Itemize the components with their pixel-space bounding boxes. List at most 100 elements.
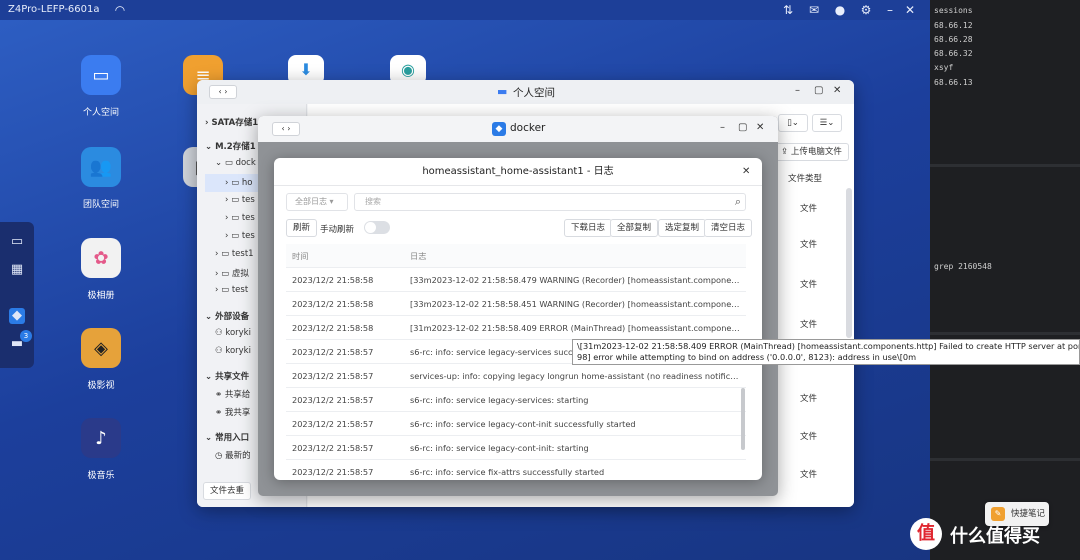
table-row[interactable]: 2023/12/2 21:58:57 s6-rc: info: service l… <box>286 412 746 436</box>
desktop-icon-video[interactable]: ◈ 极影视 <box>61 328 141 391</box>
sidebar-item-test1[interactable]: › ▭ test1 <box>215 249 254 259</box>
upload-button[interactable]: ⇪ 上传电脑文件 <box>774 143 849 161</box>
log-tooltip: \[31m2023-12-02 21:58:58.409 ERROR (Main… <box>572 339 1080 365</box>
close-icon[interactable]: ✕ <box>902 2 918 18</box>
window-title: 个人空间 <box>513 85 555 100</box>
sidebar-item-test[interactable]: › ▭ tes <box>225 213 255 223</box>
sidebar-item-docker[interactable]: ⌄ ▭ dock <box>215 158 256 168</box>
file-type-cell: 文件 <box>800 278 817 290</box>
folder-icon: ▭ <box>81 55 121 95</box>
scrollbar[interactable] <box>741 388 745 450</box>
watermark-logo-icon: 值 <box>910 518 942 550</box>
window-title: docker <box>510 122 545 134</box>
clear-log-button[interactable]: 清空日志 <box>704 219 752 237</box>
minimize-icon[interactable]: – <box>720 122 725 133</box>
desktop-icon-label: 极影视 <box>61 378 141 391</box>
row-message: services-up: info: copying legacy longru… <box>410 364 740 388</box>
terminal-line: 68.66.28 <box>934 35 973 44</box>
desktop-icon-photos[interactable]: ✿ 极相册 <box>61 238 141 301</box>
tooltip-line: 98] error while attempting to bind on ad… <box>577 352 1075 363</box>
sidebar-section-common[interactable]: ⌄ 常用入口 <box>205 431 249 443</box>
folder-icon: ▬ <box>497 85 507 98</box>
file-type-cell: 文件 <box>800 392 817 404</box>
apps-grid-icon[interactable]: ▦ <box>9 262 25 278</box>
row-time: 2023/12/2 21:58:58 <box>292 292 404 316</box>
nav-arrows[interactable]: ‹ › <box>209 85 237 99</box>
row-time: 2023/12/2 21:58:57 <box>292 364 404 388</box>
video-icon: ◈ <box>81 328 121 368</box>
desktop-icon-label: 团队空间 <box>61 197 141 210</box>
sidebar-item-recent[interactable]: ◷ 最新的 <box>215 449 251 461</box>
user-icon[interactable]: ● <box>832 2 848 18</box>
sidebar-item-shared-to[interactable]: ⚭ 共享给 <box>215 388 250 400</box>
sidebar-item-device[interactable]: ⚇ koryki <box>215 328 251 338</box>
terminal-line: xsyf <box>934 63 953 72</box>
close-icon[interactable]: ✕ <box>742 166 750 177</box>
terminal-line: sessions <box>934 6 973 15</box>
table-row[interactable]: 2023/12/2 21:58:58 [31m2023-12-02 21:58:… <box>286 316 746 340</box>
sidebar-item-m2[interactable]: ⌄ M.2存储1 <box>205 140 256 152</box>
sidebar-section-shared[interactable]: ⌄ 共享文件 <box>205 370 249 382</box>
refresh-button[interactable]: 刷新 <box>286 219 317 237</box>
file-type-cell: 文件 <box>800 238 817 250</box>
table-row[interactable]: 2023/12/2 21:58:58 [33m2023-12-02 21:58:… <box>286 292 746 316</box>
team-icon: 👥 <box>81 147 121 187</box>
search-icon[interactable]: ⌕ <box>735 194 741 210</box>
view-toggle-icon[interactable]: ▯⌄ <box>778 114 808 132</box>
sidebar-item-virtual[interactable]: › ▭ 虚拟 <box>215 267 249 279</box>
minimize-icon[interactable]: – <box>882 2 898 18</box>
terminal-window[interactable]: sessions 68.66.12 68.66.28 68.66.32 xsyf… <box>930 0 1080 560</box>
watermark-text: 什么值得买 <box>950 522 1040 548</box>
nav-arrows[interactable]: ‹ › <box>272 122 300 136</box>
mail-icon[interactable]: ✉ <box>806 2 822 18</box>
close-icon[interactable]: ✕ <box>756 122 764 133</box>
maximize-icon[interactable]: ▢ <box>814 85 823 96</box>
table-row[interactable]: 2023/12/2 21:58:57 s6-rc: info: service l… <box>286 388 746 412</box>
transfer-icon[interactable]: ⇅ <box>780 2 796 18</box>
docker-icon[interactable]: ◆ <box>9 308 25 324</box>
table-row[interactable]: 2023/12/2 21:58:58 [33m2023-12-02 21:58:… <box>286 268 746 292</box>
sidebar-item-sata[interactable]: › SATA存储1 <box>205 116 258 128</box>
sidebar-item-device[interactable]: ⚇ koryki <box>215 346 251 356</box>
left-dock: ▭ ▦ ◆ ▬ 3 <box>0 222 34 368</box>
sidebar-item-test[interactable]: › ▭ tes <box>225 195 255 205</box>
row-time: 2023/12/2 21:58:57 <box>292 460 404 480</box>
drive-icon[interactable]: ▭ <box>9 234 25 250</box>
sidebar-section-external[interactable]: ⌄ 外部设备 <box>205 310 249 322</box>
top-bar: Z4Pro-LEFP-6601a ◠ ⇅ ✉ ● ⚙ – ✕ <box>0 0 930 20</box>
scrollbar[interactable] <box>846 188 852 338</box>
docker-titlebar: ‹ › ◆ docker – ▢ ✕ <box>258 116 778 142</box>
minimize-icon[interactable]: – <box>795 85 800 96</box>
close-icon[interactable]: ✕ <box>833 85 841 96</box>
row-message: s6-rc: info: service fix-attrs successfu… <box>410 460 740 480</box>
sidebar-item-test[interactable]: › ▭ tes <box>225 231 255 241</box>
toggle-knob <box>365 222 376 233</box>
desktop-icon-personal-space[interactable]: ▭ 个人空间 <box>61 55 141 118</box>
search-input[interactable]: 搜索 ⌕ <box>354 193 746 211</box>
download-log-button[interactable]: 下载日志 <box>564 219 612 237</box>
desktop-icon-music[interactable]: ♪ 极音乐 <box>61 418 141 481</box>
dedupe-button[interactable]: 文件去重 <box>203 482 251 500</box>
sidebar-item-my-shared[interactable]: ⚭ 我共享 <box>215 406 250 418</box>
terminal-divider <box>930 458 1080 461</box>
desktop-icon-label: 极相册 <box>61 288 141 301</box>
row-message: [33m2023-12-02 21:58:58.479 WARNING (Re… <box>410 268 740 292</box>
wifi-icon[interactable]: ◠ <box>112 2 128 18</box>
terminal-divider <box>930 332 1080 335</box>
gear-icon[interactable]: ⚙ <box>858 2 874 18</box>
table-row[interactable]: 2023/12/2 21:58:57 services-up: info: cop… <box>286 364 746 388</box>
desktop-icon-team-space[interactable]: 👥 团队空间 <box>61 147 141 210</box>
file-type-header: 文件类型 <box>788 172 822 184</box>
file-manager-titlebar: ‹ › ▬ 个人空间 – ▢ ✕ <box>197 80 854 104</box>
log-filter-select[interactable]: 全部日志 ▾ <box>286 193 348 211</box>
manual-refresh-toggle[interactable] <box>364 221 390 234</box>
log-dialog[interactable]: homeassistant_home-assistant1 - 日志 ✕ 全部日… <box>274 158 762 480</box>
table-row[interactable]: 2023/12/2 21:58:57 s6-rc: info: service f… <box>286 460 746 480</box>
copy-selected-button[interactable]: 选定复制 <box>658 219 706 237</box>
copy-all-button[interactable]: 全部复制 <box>610 219 658 237</box>
sort-icon[interactable]: ☰⌄ <box>812 114 842 132</box>
sidebar-item-test[interactable]: › ▭ test <box>215 285 248 295</box>
table-row[interactable]: 2023/12/2 21:58:57 s6-rc: info: service l… <box>286 436 746 460</box>
desktop-icon-label: 极音乐 <box>61 468 141 481</box>
maximize-icon[interactable]: ▢ <box>738 122 747 133</box>
